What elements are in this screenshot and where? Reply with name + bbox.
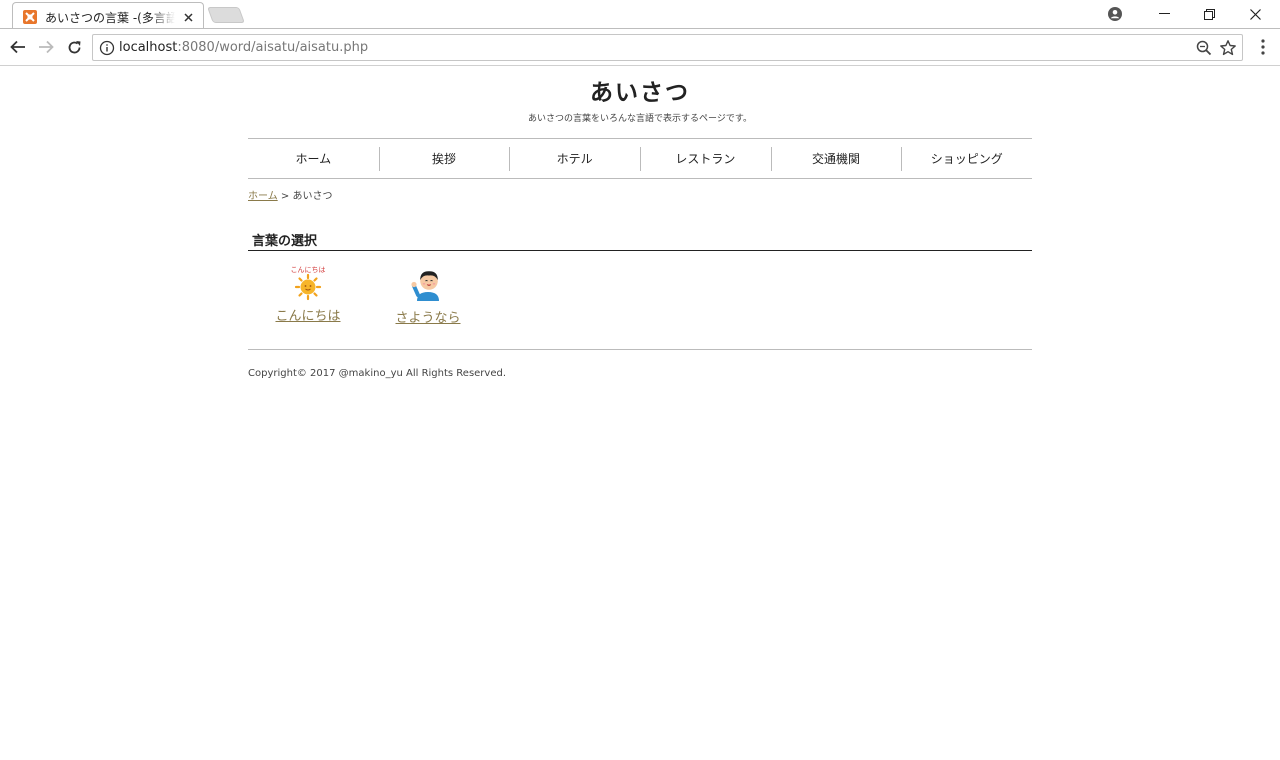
sun-konnichiwa-icon[interactable]: こんにちは — [288, 265, 328, 301]
address-bar[interactable]: localhost:8080/word/aisatu/aisatu.php — [92, 34, 1243, 61]
nav-item-home[interactable]: ホーム — [248, 139, 379, 178]
reload-icon[interactable] — [62, 36, 86, 58]
back-arrow-icon[interactable] — [6, 36, 30, 58]
browser-toolbar: localhost:8080/word/aisatu/aisatu.php — [0, 29, 1280, 66]
page-content: あいさつ あいさつの言葉をいろんな言語で表示するページです。 ホーム 挨拶 ホテ… — [248, 66, 1032, 381]
breadcrumb: ホーム > あいさつ — [248, 190, 1032, 204]
xampp-favicon-icon — [23, 10, 37, 24]
word-link-konnichiwa[interactable]: こんにちは — [275, 305, 340, 324]
browser-titlebar: あいさつの言葉 -(多言語学 — [0, 0, 1280, 29]
sun-icon-caption: こんにちは — [291, 266, 326, 274]
nav-item-shopping[interactable]: ショッピング — [901, 139, 1032, 178]
footer-divider — [248, 349, 1032, 350]
minimize-icon[interactable] — [1141, 0, 1187, 28]
global-nav: ホーム 挨拶 ホテル レストラン 交通機関 ショッピング — [248, 138, 1032, 179]
breadcrumb-home-link[interactable]: ホーム — [248, 191, 278, 202]
nav-item-restaurant[interactable]: レストラン — [640, 139, 771, 178]
site-title: あいさつ — [590, 79, 690, 106]
zoom-icon[interactable] — [1196, 40, 1212, 56]
tab-close-icon[interactable] — [181, 10, 195, 24]
bookmark-star-icon[interactable] — [1219, 39, 1237, 57]
close-window-icon[interactable] — [1232, 0, 1278, 28]
restore-icon[interactable] — [1186, 0, 1232, 28]
new-tab-button[interactable] — [207, 7, 245, 23]
browser-tab[interactable]: あいさつの言葉 -(多言語学 — [12, 2, 204, 29]
kebab-menu-icon[interactable] — [1253, 36, 1273, 58]
breadcrumb-separator: > — [277, 191, 293, 202]
copyright-text: Copyright© 2017 @makino_yu All Rights Re… — [248, 368, 507, 379]
breadcrumb-current: あいさつ — [292, 191, 333, 202]
word-item-konnichiwa[interactable]: こんにちは こんにちは — [248, 265, 368, 331]
section-title: 言葉の選択 — [248, 233, 1032, 251]
nav-item-greetings[interactable]: 挨拶 — [378, 139, 510, 178]
word-item-sayounara[interactable]: さようなら — [368, 265, 488, 331]
forward-arrow-icon[interactable] — [34, 36, 58, 58]
word-list: こんにちは こんにちは さようなら — [248, 265, 1032, 331]
waving-boy-icon[interactable] — [408, 265, 448, 303]
tab-title: あいさつの言葉 -(多言語学 — [45, 10, 175, 25]
nav-item-transport[interactable]: 交通機関 — [770, 139, 902, 178]
nav-item-hotel[interactable]: ホテル — [509, 139, 640, 178]
site-description: あいさつの言葉をいろんな言語で表示するページです。 — [528, 114, 752, 124]
word-link-sayounara[interactable]: さようなら — [395, 307, 460, 326]
url-text: localhost:8080/word/aisatu/aisatu.php — [119, 40, 369, 55]
profile-icon[interactable] — [1092, 0, 1138, 28]
site-info-icon[interactable] — [99, 40, 115, 56]
